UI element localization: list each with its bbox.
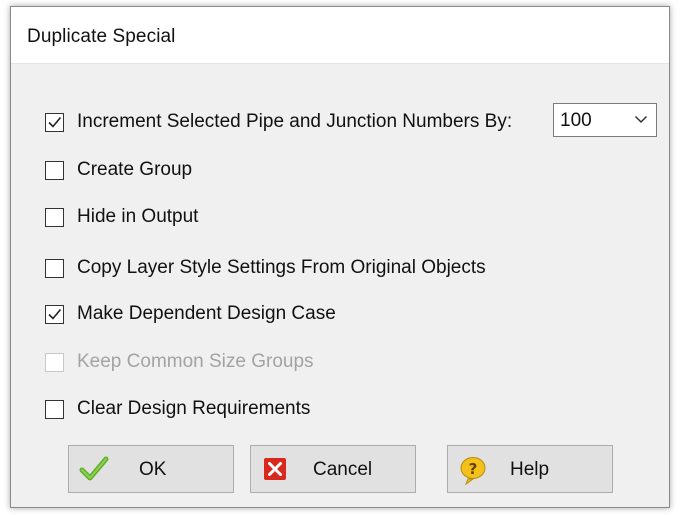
dialog-title: Duplicate Special <box>27 26 176 47</box>
dependent-design-case-option[interactable]: Make Dependent Design Case <box>45 301 336 327</box>
copy-layer-style-option[interactable]: Copy Layer Style Settings From Original … <box>45 255 486 281</box>
cancel-label: Cancel <box>313 459 373 480</box>
keep-size-groups-checkbox <box>45 352 64 372</box>
hide-in-output-option[interactable]: Hide in Output <box>45 204 198 230</box>
create-group-checkbox[interactable] <box>45 160 64 180</box>
hide-in-output-checkbox[interactable] <box>45 207 64 227</box>
keep-size-groups-label: Keep Common Size Groups <box>77 351 314 372</box>
checkmark-icon <box>48 308 62 320</box>
hide-in-output-label: Hide in Output <box>77 206 199 227</box>
increment-value-dropdown[interactable]: 100 <box>553 103 657 137</box>
dialog-titlebar: Duplicate Special <box>11 7 669 64</box>
ok-button[interactable]: OK <box>68 445 234 493</box>
increment-value: 100 <box>560 110 592 131</box>
cancel-button[interactable]: Cancel <box>250 445 416 493</box>
help-label: Help <box>510 459 550 480</box>
copy-layer-style-checkbox[interactable] <box>45 258 64 278</box>
create-group-option[interactable]: Create Group <box>45 157 192 183</box>
copy-layer-style-label: Copy Layer Style Settings From Original … <box>77 257 486 278</box>
duplicate-special-dialog: Duplicate Special Increment Selected Pip… <box>10 6 670 508</box>
svg-text:?: ? <box>469 460 478 478</box>
create-group-label: Create Group <box>77 159 193 180</box>
increment-numbers-checkbox[interactable] <box>45 112 64 132</box>
ok-label: OK <box>139 459 167 480</box>
dependent-design-case-checkbox[interactable] <box>45 304 64 324</box>
clear-design-requirements-label: Clear Design Requirements <box>77 398 311 419</box>
checkmark-icon <box>48 116 62 128</box>
help-question-icon: ? <box>460 457 486 485</box>
clear-design-requirements-checkbox[interactable] <box>45 399 64 419</box>
dependent-design-case-label: Make Dependent Design Case <box>77 303 336 324</box>
chevron-down-icon <box>634 115 648 124</box>
increment-numbers-option[interactable]: Increment Selected Pipe and Junction Num… <box>45 109 512 135</box>
help-button[interactable]: ? Help <box>447 445 613 493</box>
green-checkmark-icon <box>79 456 109 481</box>
clear-design-requirements-option[interactable]: Clear Design Requirements <box>45 396 310 422</box>
increment-numbers-label: Increment Selected Pipe and Junction Num… <box>77 111 513 132</box>
keep-size-groups-option: Keep Common Size Groups <box>45 349 314 375</box>
red-x-icon <box>264 458 286 480</box>
